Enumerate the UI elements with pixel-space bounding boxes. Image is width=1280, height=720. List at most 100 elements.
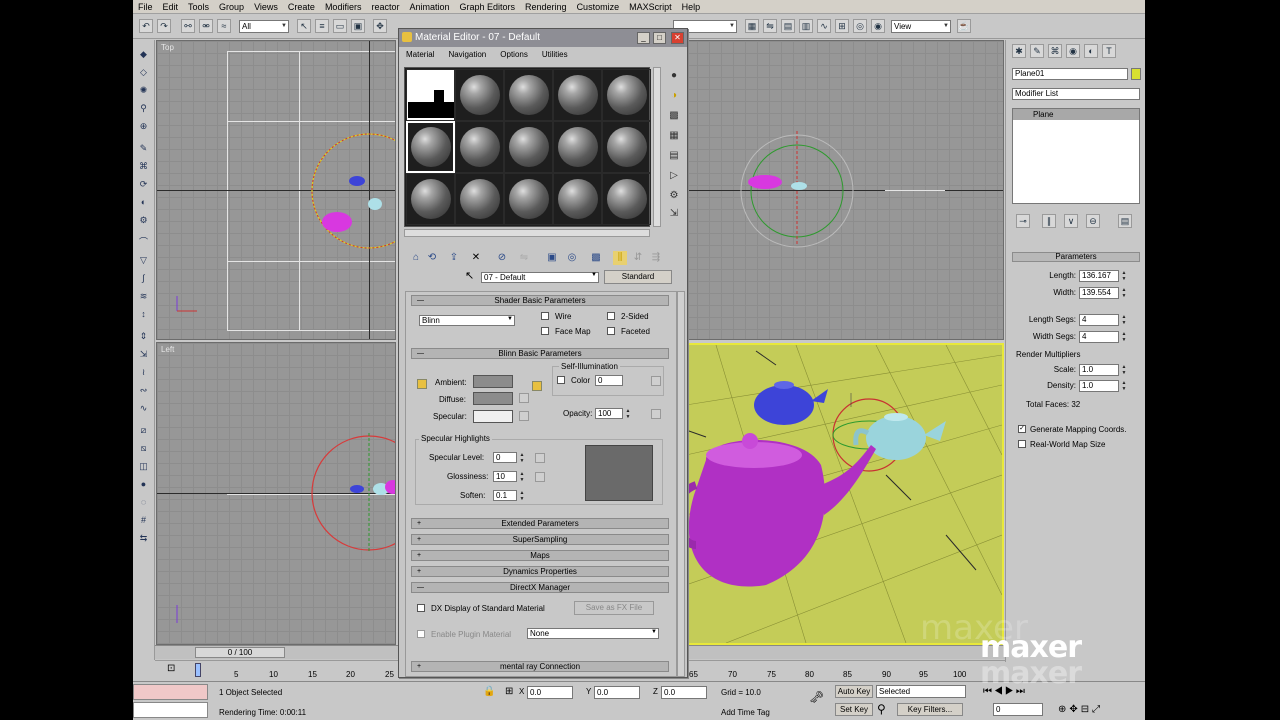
- select-object-icon[interactable]: ↖: [297, 19, 311, 33]
- named-selection-icon[interactable]: ▦: [745, 19, 759, 33]
- affect-region-icon[interactable]: ◌: [137, 496, 150, 508]
- save-fx-button[interactable]: Save as FX File: [574, 601, 654, 615]
- close-icon[interactable]: ✕: [671, 32, 684, 44]
- slots-vertical-scrollbar[interactable]: [653, 67, 661, 227]
- go-forward-sibling-icon[interactable]: ⇶: [649, 251, 663, 265]
- z-coord-field[interactable]: 0.0: [661, 686, 707, 699]
- skew-icon[interactable]: ⧄: [137, 424, 150, 436]
- viewport-front[interactable]: [684, 40, 1004, 340]
- length-segs-input[interactable]: 4: [1079, 314, 1119, 326]
- length-segs-spinner[interactable]: ▲ ▼: [1121, 314, 1127, 326]
- utilities-tab-icon[interactable]: T: [1102, 44, 1116, 58]
- gen-mapping-checkbox[interactable]: ✓: [1018, 425, 1026, 433]
- set-key-button[interactable]: Set Key: [835, 703, 873, 716]
- menu-tools[interactable]: Tools: [183, 2, 214, 12]
- sample-slot-7[interactable]: [455, 121, 504, 173]
- pick-material-icon[interactable]: ↖: [465, 269, 474, 282]
- width-spinner[interactable]: ▲ ▼: [1121, 287, 1127, 299]
- create-geometry-icon[interactable]: ◆: [137, 48, 150, 60]
- ripple-icon[interactable]: ∾: [137, 384, 150, 396]
- mirror-mod-icon[interactable]: ⇆: [137, 532, 150, 544]
- modify-icon[interactable]: ✎: [137, 142, 150, 154]
- hierarchy-icon[interactable]: ⌘: [137, 160, 150, 172]
- create-tab-icon[interactable]: ✱: [1012, 44, 1026, 58]
- set-key-icon[interactable]: ⚲: [877, 702, 886, 716]
- selected-dropdown[interactable]: Selected: [876, 685, 966, 698]
- configure-sets-icon[interactable]: ▤: [1118, 214, 1132, 228]
- plugin-material-dropdown[interactable]: None: [527, 628, 659, 639]
- sample-slot-10[interactable]: [602, 121, 651, 173]
- density-spinner[interactable]: ▲ ▼: [1121, 380, 1127, 392]
- align-icon[interactable]: ▤: [781, 19, 795, 33]
- object-name-field[interactable]: Plane01: [1012, 68, 1128, 80]
- scale-spinner[interactable]: ▲ ▼: [1121, 364, 1127, 376]
- lattice-icon[interactable]: #: [137, 514, 150, 526]
- mirror-icon[interactable]: ⇋: [763, 19, 777, 33]
- wave-icon[interactable]: ∿: [137, 402, 150, 414]
- specular-level-map-button[interactable]: [535, 453, 545, 463]
- sample-type-icon[interactable]: ●: [667, 69, 681, 83]
- menu-options[interactable]: Options: [493, 50, 535, 59]
- lock-icon[interactable]: 🔒: [483, 686, 495, 697]
- shell-icon[interactable]: ◫: [137, 460, 150, 472]
- glossiness-input[interactable]: 10: [493, 471, 517, 482]
- menu-create[interactable]: Create: [283, 2, 320, 12]
- sample-slot-1[interactable]: [406, 69, 455, 121]
- realworld-checkbox[interactable]: [1018, 440, 1026, 448]
- opacity-input[interactable]: 100: [595, 408, 623, 419]
- slots-horizontal-scrollbar[interactable]: [404, 229, 650, 237]
- move-icon[interactable]: ✥: [373, 19, 387, 33]
- menu-material[interactable]: Material: [399, 50, 441, 59]
- select-by-material-icon[interactable]: ⇲: [667, 207, 681, 221]
- rect-selection-icon[interactable]: ▭: [333, 19, 347, 33]
- sample-slot-9[interactable]: [553, 121, 602, 173]
- soften-input[interactable]: 0.1: [493, 490, 517, 501]
- modifier-stack[interactable]: Plane: [1012, 108, 1140, 204]
- hierarchy-tab-icon[interactable]: ⌘: [1048, 44, 1062, 58]
- video-color-check-icon[interactable]: ▤: [667, 149, 681, 163]
- auto-key-button[interactable]: Auto Key: [835, 685, 873, 698]
- put-to-library-icon[interactable]: ▣: [545, 251, 559, 265]
- display-icon[interactable]: ◐: [137, 196, 150, 208]
- soften-spinner[interactable]: ▲ ▼: [519, 490, 525, 502]
- specular-level-spinner[interactable]: ▲ ▼: [519, 452, 525, 464]
- options-icon[interactable]: ⚙: [667, 189, 681, 203]
- undo-icon[interactable]: ↶: [139, 19, 153, 33]
- sample-slot-3[interactable]: [504, 69, 553, 121]
- maximize-icon[interactable]: □: [653, 32, 666, 44]
- bend-icon[interactable]: ⌒: [137, 236, 150, 248]
- menu-edit[interactable]: Edit: [158, 2, 184, 12]
- material-id-icon[interactable]: ◎: [565, 251, 579, 265]
- enable-plugin-checkbox[interactable]: [417, 630, 425, 638]
- menu-animation[interactable]: Animation: [404, 2, 454, 12]
- dynamics-rollout[interactable]: + Dynamics Properties: [411, 566, 669, 577]
- slice-icon[interactable]: ⧅: [137, 442, 150, 454]
- motion-icon[interactable]: ⟳: [137, 178, 150, 190]
- menu-graph-editors[interactable]: Graph Editors: [455, 2, 521, 12]
- get-material-icon[interactable]: ⌂: [409, 251, 423, 265]
- scale-input[interactable]: 1.0: [1079, 364, 1119, 376]
- current-frame-field[interactable]: 0: [993, 703, 1043, 716]
- menu-reactor[interactable]: reactor: [366, 2, 404, 12]
- create-cameras-icon[interactable]: ⚲: [137, 102, 150, 114]
- remove-modifier-icon[interactable]: ⊖: [1086, 214, 1100, 228]
- menu-group[interactable]: Group: [214, 2, 249, 12]
- make-copy-icon[interactable]: ⊘: [495, 251, 509, 265]
- dx-display-checkbox[interactable]: [417, 604, 425, 612]
- pin-stack-icon[interactable]: ⊸: [1016, 214, 1030, 228]
- sample-slot-4[interactable]: [553, 69, 602, 121]
- sample-slot-2[interactable]: [455, 69, 504, 121]
- ambient-color-swatch[interactable]: [473, 375, 513, 388]
- go-to-parent-icon[interactable]: ⇵: [631, 251, 645, 265]
- sample-slot-14[interactable]: [553, 173, 602, 225]
- diffuse-color-swatch[interactable]: [473, 392, 513, 405]
- menu-help[interactable]: Help: [677, 2, 706, 12]
- sample-slot-11[interactable]: [406, 173, 455, 225]
- menu-file[interactable]: File: [133, 2, 158, 12]
- stretch-icon[interactable]: ↕: [137, 308, 150, 320]
- render-teapot-icon[interactable]: ☕: [957, 19, 971, 33]
- show-map-in-viewport-icon[interactable]: ▩: [589, 251, 603, 265]
- reset-map-icon[interactable]: ✕: [469, 251, 483, 265]
- length-spinner[interactable]: ▲ ▼: [1121, 270, 1127, 282]
- key-filters-button[interactable]: Key Filters...: [897, 703, 963, 716]
